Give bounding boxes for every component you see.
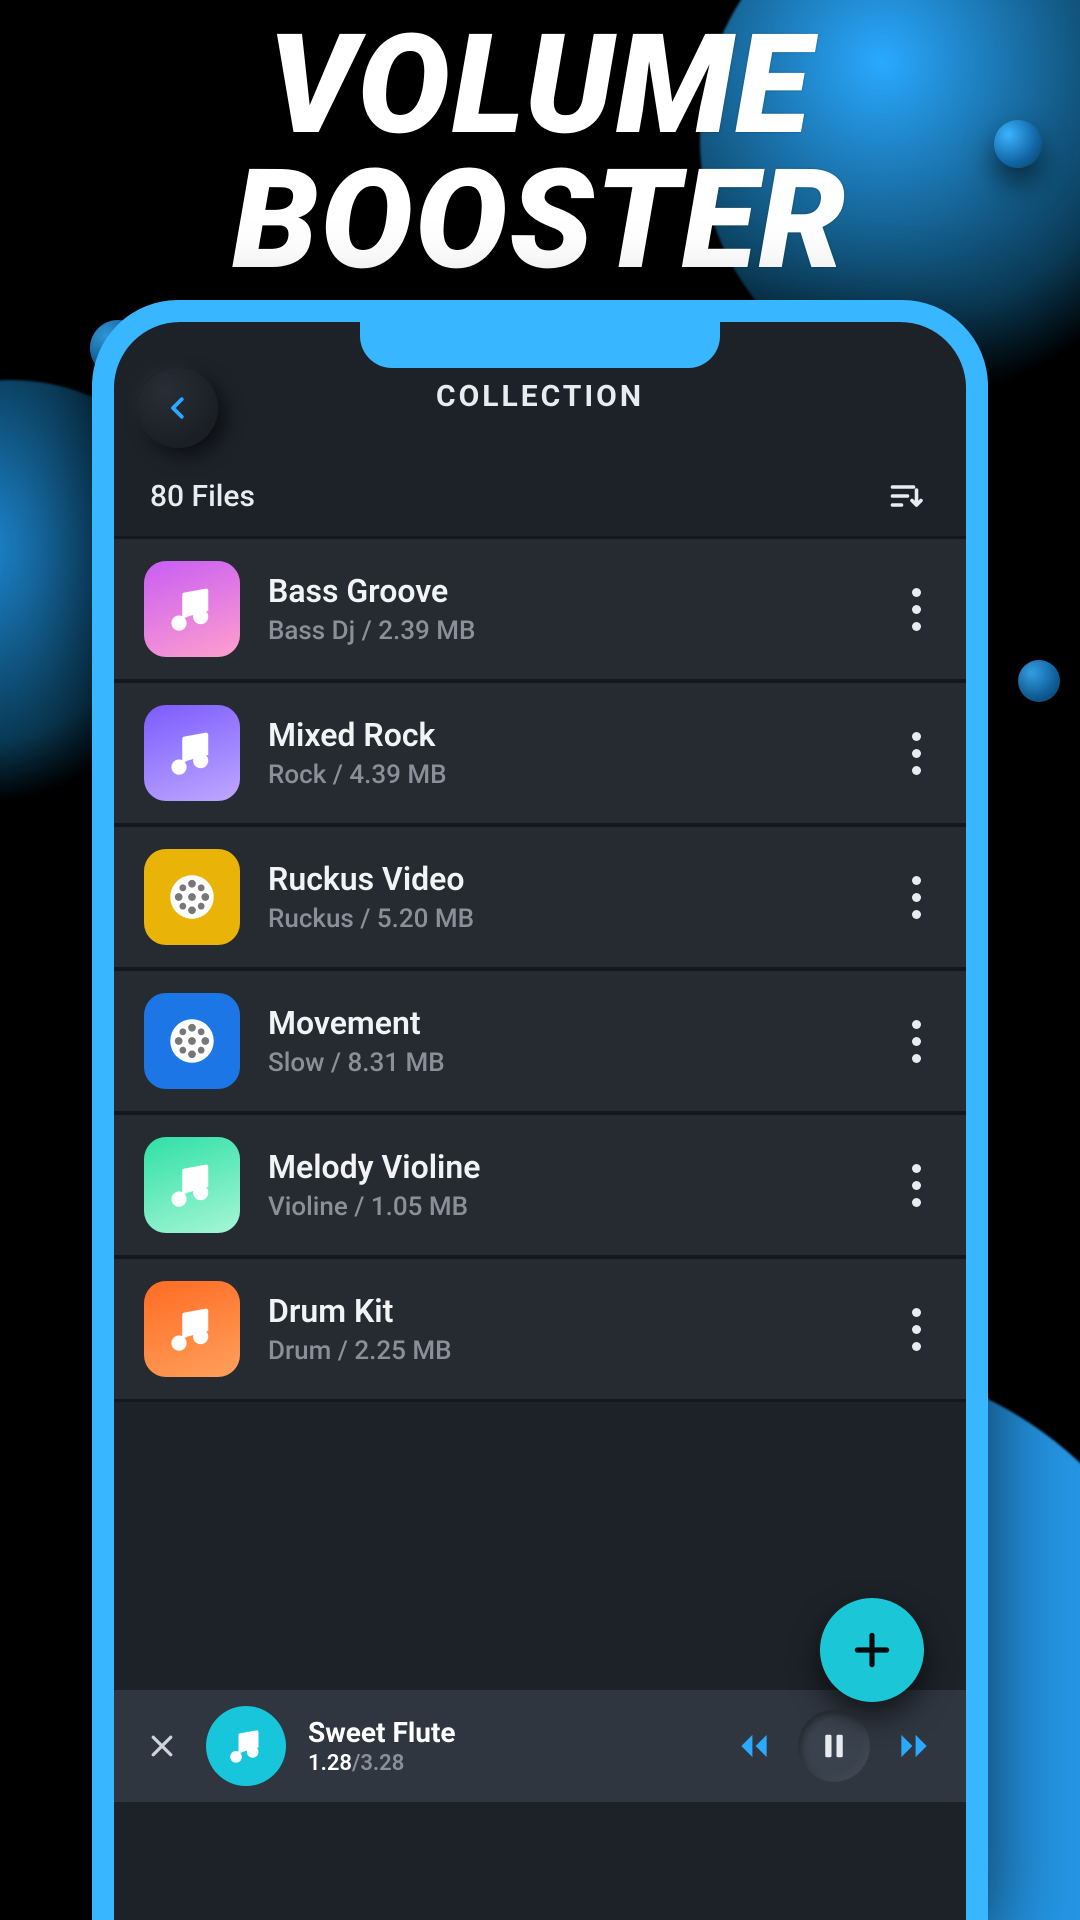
track-more-button[interactable]: [896, 1155, 936, 1215]
track-more-button[interactable]: [896, 1299, 936, 1359]
more-vertical-icon: [912, 1308, 921, 1317]
music-note-icon: [166, 727, 218, 779]
track-row[interactable]: Melody Violine Violine / 1.05 MB: [114, 1114, 966, 1258]
track-subtitle: Ruckus / 5.20 MB: [268, 904, 896, 934]
player-track-title: Sweet Flute: [308, 1716, 706, 1749]
phone-mockup: COLLECTION 80 Files Bass Groove Bass Dj /…: [92, 300, 988, 1920]
skip-forward-icon: [895, 1727, 933, 1765]
chevron-left-icon: [163, 393, 193, 423]
sort-icon: [888, 478, 924, 514]
player-controls: [728, 1710, 940, 1782]
player-total-time: 3.28: [360, 1751, 404, 1776]
list-subheader: 80 Files: [114, 470, 966, 536]
player-album-art[interactable]: [206, 1706, 286, 1786]
next-button[interactable]: [888, 1720, 940, 1772]
track-thumbnail: [144, 1281, 240, 1377]
phone-notch: [360, 322, 720, 368]
skip-back-icon: [735, 1727, 773, 1765]
promo-headline: VOLUME BOOSTER: [0, 18, 1080, 288]
track-subtitle: Violine / 1.05 MB: [268, 1192, 896, 1222]
page-title: COLLECTION: [436, 379, 644, 414]
music-note-icon: [166, 1303, 218, 1355]
track-title: Bass Groove: [268, 572, 896, 610]
track-row[interactable]: Bass Groove Bass Dj / 2.39 MB: [114, 536, 966, 682]
track-subtitle: Drum / 2.25 MB: [268, 1336, 896, 1366]
add-button[interactable]: [820, 1598, 924, 1702]
play-pause-button[interactable]: [798, 1710, 870, 1782]
track-text: Melody Violine Violine / 1.05 MB: [268, 1148, 896, 1222]
track-title: Movement: [268, 1004, 896, 1042]
film-reel-icon: [163, 1012, 221, 1070]
track-thumbnail: [144, 705, 240, 801]
plus-icon: [850, 1628, 894, 1672]
track-text: Mixed Rock Rock / 4.39 MB: [268, 716, 896, 790]
track-title: Drum Kit: [268, 1292, 896, 1330]
track-text: Movement Slow / 8.31 MB: [268, 1004, 896, 1078]
track-more-button[interactable]: [896, 867, 936, 927]
sort-button[interactable]: [882, 472, 930, 520]
track-more-button[interactable]: [896, 579, 936, 639]
music-note-icon: [166, 583, 218, 635]
track-subtitle: Bass Dj / 2.39 MB: [268, 616, 896, 646]
track-thumbnail: [144, 1137, 240, 1233]
track-thumbnail: [144, 849, 240, 945]
track-row[interactable]: Drum Kit Drum / 2.25 MB: [114, 1258, 966, 1402]
more-vertical-icon: [912, 588, 921, 597]
track-subtitle: Slow / 8.31 MB: [268, 1048, 896, 1078]
music-note-icon: [226, 1726, 266, 1766]
track-text: Ruckus Video Ruckus / 5.20 MB: [268, 860, 896, 934]
track-title: Melody Violine: [268, 1148, 896, 1186]
phone-screen: COLLECTION 80 Files Bass Groove Bass Dj /…: [114, 322, 966, 1920]
track-more-button[interactable]: [896, 723, 936, 783]
track-row[interactable]: Movement Slow / 8.31 MB: [114, 970, 966, 1114]
player-meta: Sweet Flute 1.28/3.28: [308, 1716, 706, 1776]
player-close-button[interactable]: [140, 1724, 184, 1768]
track-subtitle: Rock / 4.39 MB: [268, 760, 896, 790]
track-text: Bass Groove Bass Dj / 2.39 MB: [268, 572, 896, 646]
file-count-label: 80 Files: [150, 479, 255, 514]
close-icon: [147, 1731, 177, 1761]
decor-ball: [1018, 660, 1060, 702]
track-thumbnail: [144, 993, 240, 1089]
track-more-button[interactable]: [896, 1011, 936, 1071]
pause-icon: [819, 1731, 849, 1761]
track-thumbnail: [144, 561, 240, 657]
more-vertical-icon: [912, 732, 921, 741]
back-button[interactable]: [138, 368, 218, 448]
track-row[interactable]: Ruckus Video Ruckus / 5.20 MB: [114, 826, 966, 970]
more-vertical-icon: [912, 1020, 921, 1029]
track-title: Ruckus Video: [268, 860, 896, 898]
more-vertical-icon: [912, 1164, 921, 1173]
track-list: Bass Groove Bass Dj / 2.39 MB Mixed Rock Ro…: [114, 536, 966, 1402]
track-text: Drum Kit Drum / 2.25 MB: [268, 1292, 896, 1366]
track-row[interactable]: Mixed Rock Rock / 4.39 MB: [114, 682, 966, 826]
previous-button[interactable]: [728, 1720, 780, 1772]
more-vertical-icon: [912, 876, 921, 885]
player-current-time: 1.28: [308, 1751, 352, 1776]
mini-player: Sweet Flute 1.28/3.28: [114, 1690, 966, 1802]
track-title: Mixed Rock: [268, 716, 896, 754]
player-time: 1.28/3.28: [308, 1751, 706, 1776]
film-reel-icon: [163, 868, 221, 926]
music-note-icon: [166, 1159, 218, 1211]
